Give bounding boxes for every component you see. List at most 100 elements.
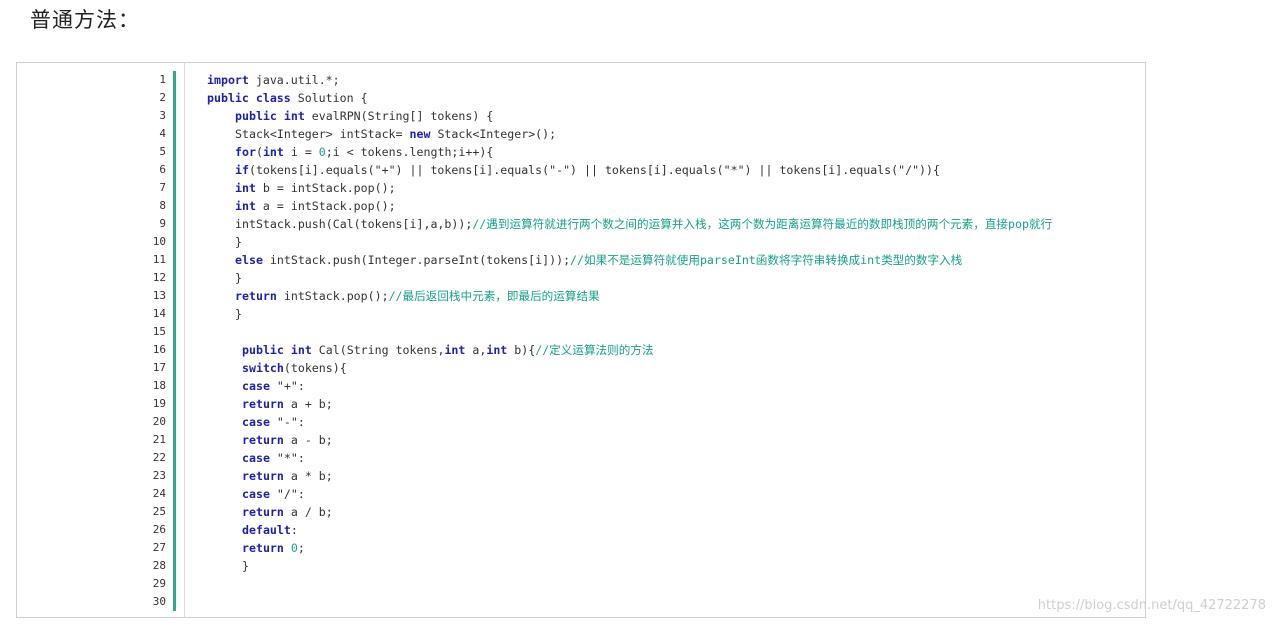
line-number: 30 — [152, 595, 166, 608]
line-number: 24 — [152, 487, 166, 500]
code-keyword: case — [242, 379, 270, 393]
code-keyword: int — [235, 199, 256, 213]
line-number: 12 — [152, 271, 166, 284]
code-text: "-": — [269, 415, 305, 429]
code-line: return a / b; — [242, 503, 333, 521]
code-text: java.util.*; — [248, 73, 340, 87]
code-text: } — [235, 307, 242, 321]
code-text: a, — [465, 343, 487, 357]
line-number: 29 — [152, 577, 166, 590]
code-keyword: int — [486, 343, 508, 357]
code-keyword: for — [235, 145, 256, 159]
code-keyword: if — [235, 163, 249, 177]
code-keyword: switch — [242, 361, 284, 375]
line-number: 13 — [152, 289, 166, 302]
code-comment: //遇到运算符就进行两个数之间的运算并入栈，这两个数为距离运算符最近的数即栈顶的… — [472, 217, 1053, 231]
code-line: case "*": — [242, 449, 305, 467]
code-text: intStack.push(Cal(tokens[i],a,b)); — [235, 217, 473, 231]
line-number: 25 — [152, 505, 166, 518]
line-number: 14 — [152, 307, 166, 320]
code-text: intStack.pop(); — [276, 289, 389, 303]
code-text: a * b; — [283, 469, 333, 483]
code-text: Cal(String tokens, — [311, 343, 445, 357]
code-text: a = intStack.pop(); — [255, 199, 396, 213]
code-keyword: case — [242, 451, 270, 465]
code-text: a - b; — [283, 433, 333, 447]
code-keyword: new — [409, 127, 431, 141]
code-line: return intStack.pop();//最后返回栈中元素，即最后的运算结… — [235, 287, 600, 305]
code-line: return a * b; — [242, 467, 333, 485]
line-number: 10 — [152, 235, 166, 248]
line-number: 16 — [152, 343, 166, 356]
code-number: 0 — [290, 541, 298, 555]
code-line: int b = intStack.pop(); — [235, 179, 396, 197]
line-number: 2 — [159, 91, 166, 104]
code-line: } — [235, 269, 242, 287]
code-keyword: import — [207, 73, 249, 87]
code-comment: //最后返回栈中元素，即最后的运算结果 — [388, 289, 600, 303]
line-number: 7 — [159, 181, 166, 194]
code-keyword: public class — [207, 91, 291, 105]
code-line: } — [235, 233, 242, 251]
line-number: 15 — [152, 325, 166, 338]
code-line: int a = intStack.pop(); — [235, 197, 396, 215]
code-line: case "+": — [242, 377, 305, 395]
line-number: 23 — [152, 469, 166, 482]
code-line: return a + b; — [242, 395, 333, 413]
code-keyword: return — [242, 505, 284, 519]
code-text: ( — [255, 145, 263, 159]
code-text: ; — [297, 541, 305, 555]
code-text: } — [235, 235, 242, 249]
code-keyword: public int — [235, 109, 305, 123]
code-line: import java.util.*; — [207, 71, 340, 89]
code-text: evalRPN(String[] tokens) { — [304, 109, 494, 123]
code-number: 0 — [318, 145, 326, 159]
code-line: if(tokens[i].equals("+") || tokens[i].eq… — [235, 161, 940, 179]
line-number: 17 — [152, 361, 166, 374]
code-text: : — [290, 523, 298, 537]
line-number: 11 — [152, 253, 166, 266]
code-line: for(int i = 0;i < tokens.length;i++){ — [235, 143, 493, 161]
line-number: 8 — [159, 199, 166, 212]
code-keyword: public int — [242, 343, 312, 357]
code-text: "+": — [269, 379, 305, 393]
code-keyword: return — [242, 541, 284, 555]
gutter-divider — [173, 71, 176, 611]
code-line: switch(tokens){ — [242, 359, 347, 377]
line-number: 28 — [152, 559, 166, 572]
code-text: a + b; — [283, 397, 333, 411]
code-text: } — [235, 271, 242, 285]
code-keyword: int — [235, 181, 256, 195]
code-keyword: int — [262, 145, 284, 159]
line-number: 26 — [152, 523, 166, 536]
line-number: 18 — [152, 379, 166, 392]
code-keyword: default — [242, 523, 291, 537]
code-text: Stack<Integer> intStack= — [235, 127, 410, 141]
code-line: else intStack.push(Integer.parseInt(toke… — [235, 251, 962, 269]
code-area[interactable]: import java.util.*; public class Solution… — [207, 63, 1145, 617]
code-block: 1 2 3 4 5 6 7 8 9 10 11 12 13 14 15 16 17 18 19 20 21 22 23 24 2… — [16, 62, 1146, 618]
page-heading: 普通方法： — [30, 8, 140, 32]
code-line: public int Cal(String tokens,int a,int b… — [242, 341, 654, 359]
code-keyword: int — [444, 343, 466, 357]
code-keyword: else — [235, 253, 263, 267]
code-comment: //如果不是运算符就使用parseInt函数将字符串转换成int类型的数字入栈 — [570, 253, 963, 267]
code-text: a / b; — [283, 505, 333, 519]
code-line: default: — [242, 521, 298, 539]
code-text: "*": — [269, 451, 305, 465]
code-line: case "-": — [242, 413, 305, 431]
watermark-url: https://blog.csdn.net/qq_42722278 — [1037, 598, 1266, 613]
code-line: } — [235, 305, 242, 323]
line-number: 22 — [152, 451, 166, 464]
code-text: (tokens){ — [283, 361, 347, 375]
code-line: Stack<Integer> intStack= new Stack<Integ… — [235, 125, 556, 143]
line-number: 5 — [159, 145, 166, 158]
code-text: Solution { — [290, 91, 368, 105]
line-number: 4 — [159, 127, 166, 140]
code-text: } — [242, 559, 249, 573]
code-text: i = — [283, 145, 319, 159]
line-number: 6 — [159, 163, 166, 176]
code-text: "/": — [269, 487, 305, 501]
line-number: 3 — [159, 109, 166, 122]
